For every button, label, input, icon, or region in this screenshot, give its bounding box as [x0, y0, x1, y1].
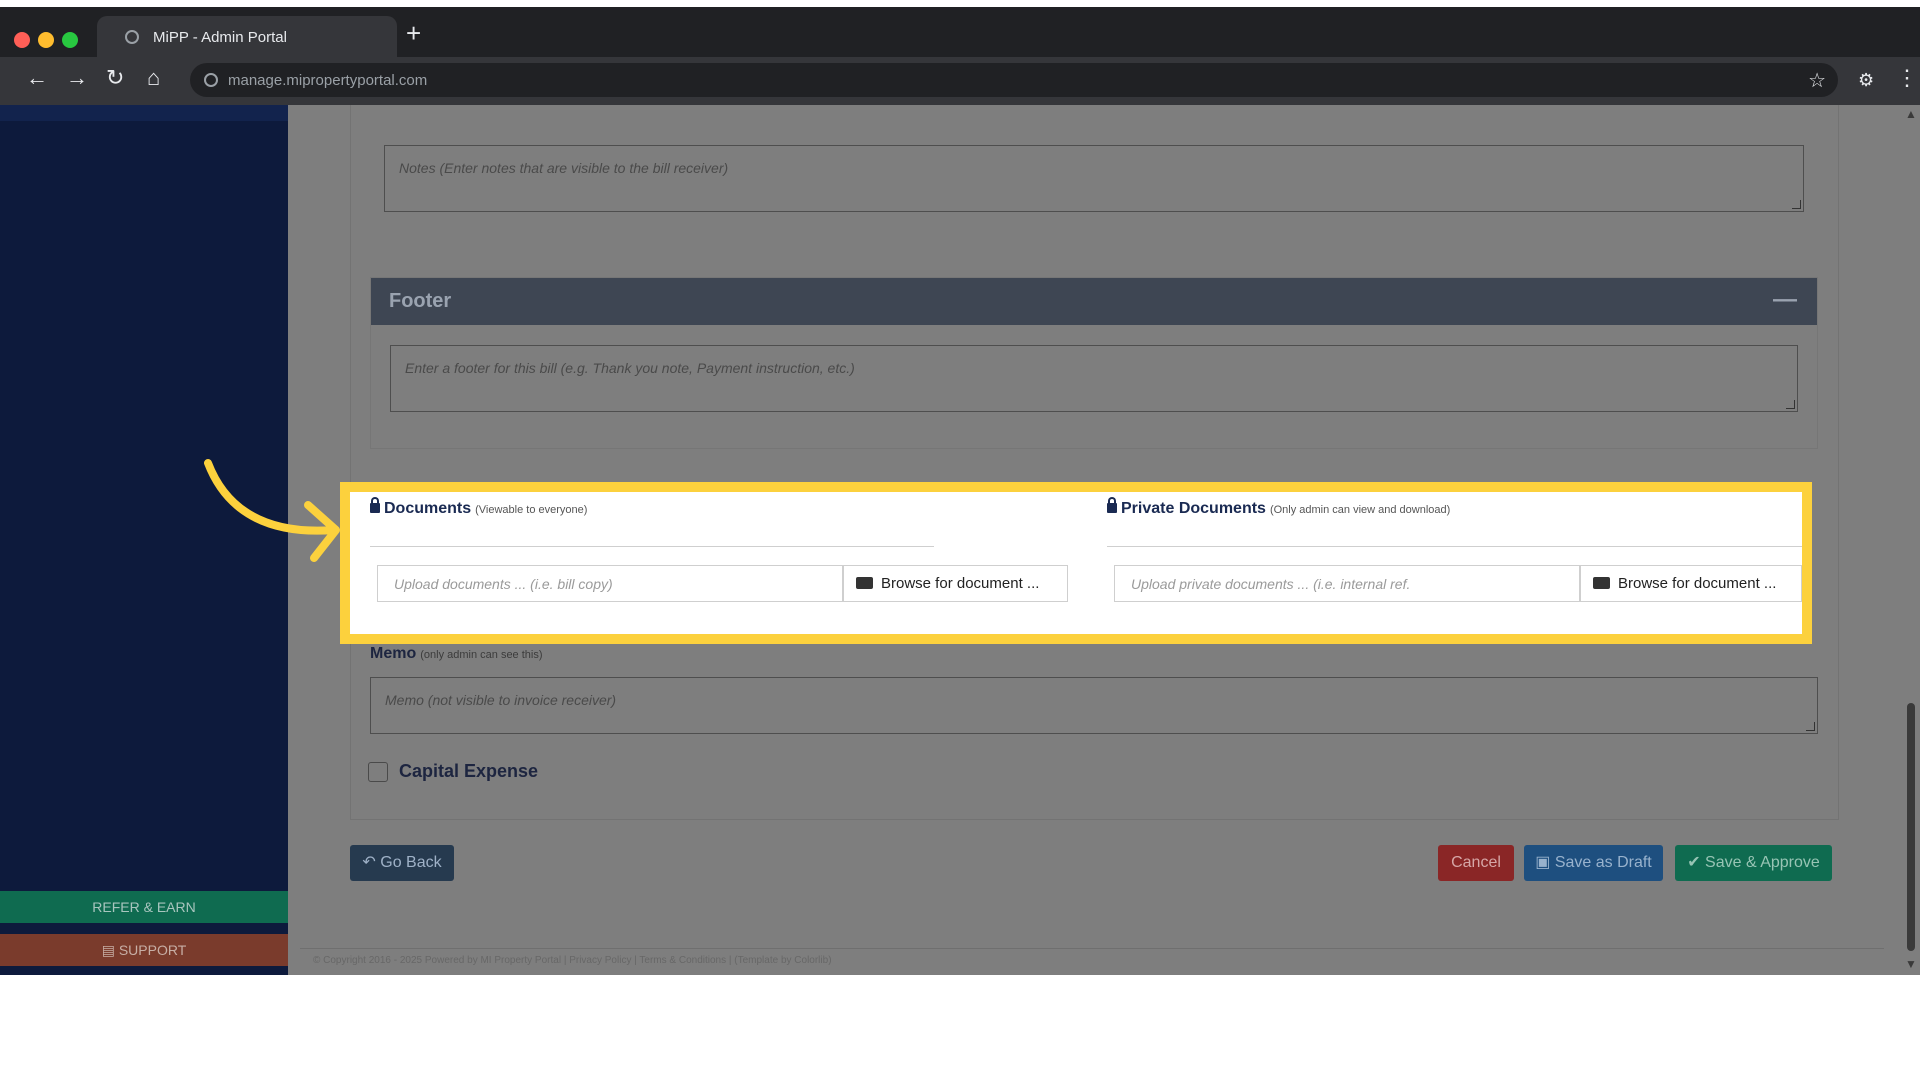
- resize-handle-icon[interactable]: [1806, 722, 1815, 731]
- site-info-icon[interactable]: [204, 73, 218, 87]
- scroll-up-arrow-icon[interactable]: ▲: [1905, 107, 1917, 121]
- lock-icon: [1107, 497, 1117, 513]
- documents-subtitle: (Viewable to everyone): [475, 504, 588, 516]
- browser-tab[interactable]: MiPP - Admin Portal: [97, 16, 397, 57]
- save-and-approve-button[interactable]: ✔ Save & Approve: [1675, 845, 1832, 881]
- scroll-down-arrow-icon[interactable]: ▼: [1905, 957, 1917, 971]
- browser-chrome: MiPP - Admin Portal + ← → ↻ ⌂ manage.mip…: [0, 7, 1920, 105]
- footer-panel-header[interactable]: Footer —: [371, 278, 1817, 325]
- documents-section: Documents (Viewable to everyone) Upload d…: [350, 492, 1802, 634]
- documents-browse-button[interactable]: Browse for document ...: [843, 565, 1068, 602]
- footer-textarea[interactable]: Enter a footer for this bill (e.g. Thank…: [390, 345, 1798, 412]
- private-documents-upload-placeholder: Upload private documents ... (i.e. inter…: [1131, 576, 1411, 592]
- capital-expense-label[interactable]: Capital Expense: [399, 761, 538, 782]
- resize-handle-icon[interactable]: [1792, 200, 1801, 209]
- folder-open-icon: [1593, 577, 1610, 589]
- support-button[interactable]: ▤ SUPPORT: [0, 934, 288, 966]
- reply-arrow-icon: ↶: [362, 854, 381, 871]
- resize-handle-icon[interactable]: [1786, 400, 1795, 409]
- go-back-label: Go Back: [380, 854, 442, 871]
- pointer-arrow-icon: [204, 459, 340, 562]
- cancel-button[interactable]: Cancel: [1438, 845, 1514, 881]
- private-documents-divider: [1107, 546, 1802, 547]
- page-scrollbar[interactable]: ▲ ▼: [1902, 105, 1920, 975]
- footer-divider: [300, 948, 1884, 949]
- address-bar[interactable]: manage.mipropertyportal.com ☆: [190, 63, 1838, 97]
- collapse-minus-icon[interactable]: —: [1773, 286, 1797, 314]
- private-documents-browse-button[interactable]: Browse for document ...: [1580, 565, 1802, 602]
- extensions-icon[interactable]: ⚙: [1858, 69, 1874, 91]
- documents-title-text: Documents: [384, 500, 472, 517]
- copyright-text: © Copyright 2016 - 2025 Powered by MI Pr…: [313, 955, 832, 966]
- private-documents-title: Private Documents (Only admin can view an…: [1107, 497, 1451, 518]
- documents-divider: [370, 546, 934, 547]
- private-documents-subtitle: (Only admin can view and download): [1269, 504, 1451, 516]
- documents-title: Documents (Viewable to everyone): [370, 497, 588, 518]
- go-back-button[interactable]: ↶ Go Back: [350, 845, 454, 881]
- home-icon[interactable]: ⌂: [147, 67, 160, 89]
- new-tab-button[interactable]: +: [406, 20, 421, 46]
- forward-arrow-icon[interactable]: →: [66, 67, 88, 89]
- footer-placeholder: Enter a footer for this bill (e.g. Thank…: [405, 360, 855, 376]
- documents-highlight-box: Documents (Viewable to everyone) Upload d…: [340, 482, 1812, 644]
- documents-browse-label: Browse for document ...: [881, 575, 1040, 592]
- back-arrow-icon[interactable]: ←: [26, 67, 48, 89]
- private-documents-upload-input[interactable]: Upload private documents ... (i.e. inter…: [1114, 565, 1580, 602]
- memo-placeholder: Memo (not visible to invoice receiver): [385, 692, 617, 708]
- more-menu-icon[interactable]: ⋮: [1896, 67, 1918, 89]
- unlock-icon: [370, 497, 380, 513]
- memo-textarea[interactable]: Memo (not visible to invoice receiver): [370, 677, 1818, 734]
- notes-placeholder: Notes (Enter notes that are visible to t…: [399, 160, 729, 176]
- documents-upload-input[interactable]: Upload documents ... (i.e. bill copy): [377, 565, 843, 602]
- memo-sublabel: (only admin can see this): [420, 649, 543, 661]
- refer-and-earn-button[interactable]: REFER & EARN: [0, 891, 288, 923]
- minimize-window-button[interactable]: [38, 32, 54, 48]
- save-as-draft-label: Save as Draft: [1554, 854, 1652, 871]
- sidebar-top-bar: [0, 105, 288, 121]
- save-and-approve-label: Save & Approve: [1705, 854, 1820, 871]
- support-label: SUPPORT: [118, 942, 187, 958]
- tab-title: MiPP - Admin Portal: [153, 29, 287, 46]
- memo-label-text: Memo: [370, 645, 417, 662]
- globe-icon: [125, 30, 139, 44]
- floppy-disk-icon: ▣: [1535, 854, 1555, 871]
- maximize-window-button[interactable]: [62, 32, 78, 48]
- url-text: manage.mipropertyportal.com: [228, 72, 428, 89]
- capital-expense-checkbox[interactable]: [368, 762, 388, 782]
- documents-upload-placeholder: Upload documents ... (i.e. bill copy): [394, 576, 613, 592]
- folder-open-icon: [856, 577, 873, 589]
- footer-panel-title: Footer: [389, 290, 452, 312]
- scrollbar-thumb[interactable]: [1907, 703, 1915, 951]
- bookmark-star-icon[interactable]: ☆: [1808, 68, 1826, 93]
- check-circle-icon: ✔: [1687, 854, 1706, 871]
- browser-toolbar: ← → ↻ ⌂ manage.mipropertyportal.com ☆ ⚙ …: [0, 57, 1920, 105]
- reload-icon[interactable]: ↻: [106, 67, 124, 89]
- private-documents-browse-label: Browse for document ...: [1618, 575, 1777, 592]
- notes-textarea[interactable]: Notes (Enter notes that are visible to t…: [384, 145, 1804, 212]
- book-icon: ▤: [101, 942, 119, 958]
- footer-panel: Footer — Enter a footer for this bill (e…: [370, 277, 1818, 449]
- save-as-draft-button[interactable]: ▣ Save as Draft: [1524, 845, 1663, 881]
- private-documents-title-text: Private Documents: [1121, 500, 1266, 517]
- close-window-button[interactable]: [14, 32, 30, 48]
- memo-label: Memo (only admin can see this): [370, 645, 543, 663]
